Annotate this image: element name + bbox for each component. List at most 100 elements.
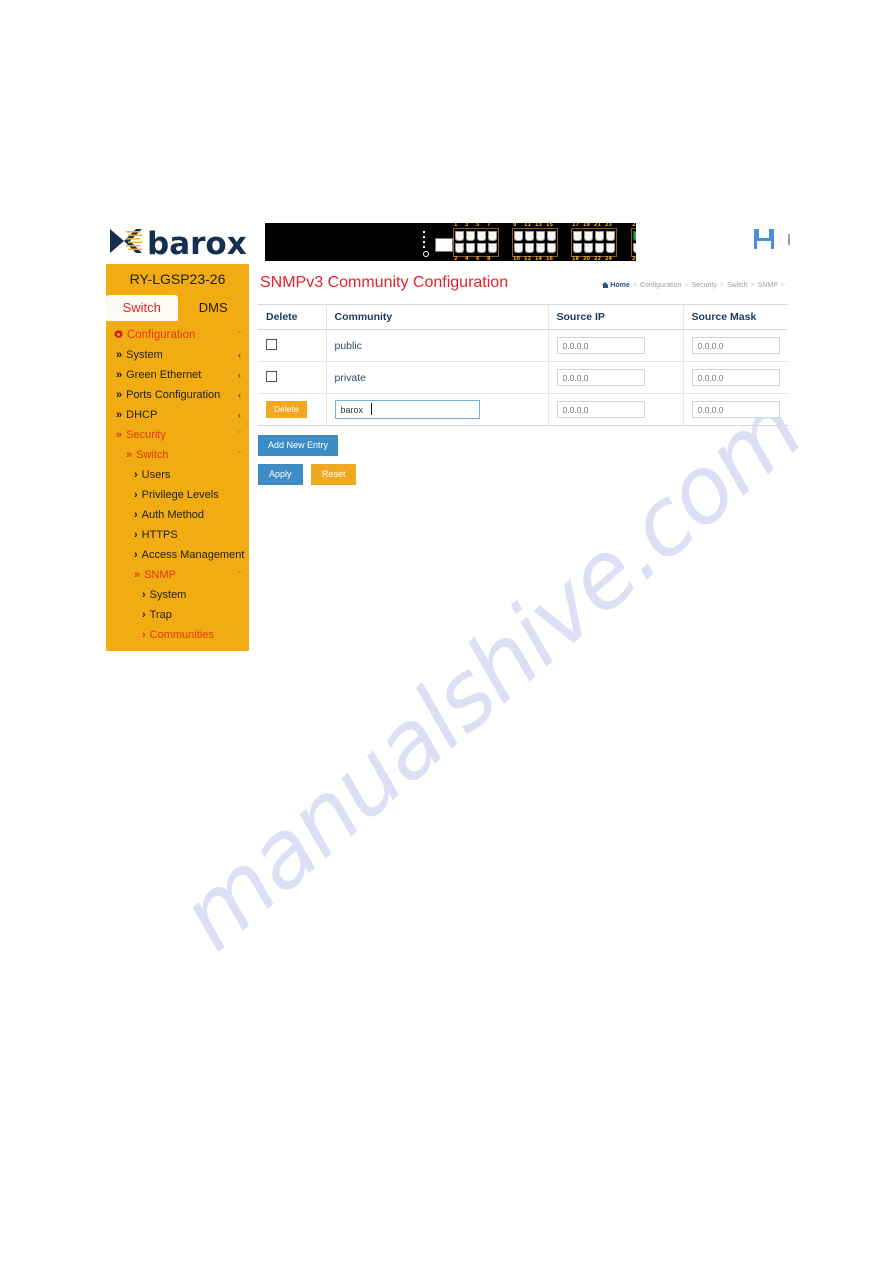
port-column[interactable]: 34: [465, 223, 476, 261]
sidebar-item-access-management[interactable]: › Access Management: [106, 545, 249, 565]
breadcrumb-item-configuration[interactable]: Configuration: [640, 282, 682, 289]
port-column[interactable]: 11 12: [524, 223, 535, 261]
port-column[interactable]: 78: [487, 223, 498, 261]
sidebar-item-ports-configuration[interactable]: » Ports Configuration ‹: [106, 385, 249, 405]
rj45-jack[interactable]: [573, 243, 582, 253]
chevron-down-icon[interactable]: ˇ: [238, 425, 241, 445]
rj45-jack[interactable]: [455, 231, 464, 241]
rj45-jack[interactable]: [536, 243, 545, 253]
source-mask-input[interactable]: [691, 401, 780, 418]
sidebar-item-dhcp[interactable]: » DHCP ‹: [106, 405, 249, 425]
rj45-jack[interactable]: [595, 231, 604, 241]
port-column[interactable]: 56: [476, 223, 487, 261]
port-column[interactable]: 23 24: [605, 223, 616, 261]
cell-community: [326, 393, 549, 426]
source-ip-input[interactable]: [556, 369, 645, 386]
delete-checkbox[interactable]: [266, 338, 277, 350]
rj45-jack[interactable]: [606, 243, 615, 253]
chevron-left-icon[interactable]: ‹: [238, 345, 241, 365]
rj45-jack[interactable]: [547, 231, 556, 241]
sidebar-item-label: Privilege Levels: [141, 489, 219, 501]
bullet-marker: ›: [134, 549, 138, 561]
breadcrumb-item-snmp[interactable]: SNMP: [758, 282, 778, 289]
rj45-jack[interactable]: [466, 231, 475, 241]
sidebar-item-label: SNMP: [144, 569, 176, 581]
sidebar-item-trap[interactable]: › Trap: [106, 605, 249, 625]
rj45-jack[interactable]: [525, 243, 534, 253]
port-column[interactable]: 13 14: [535, 223, 546, 261]
breadcrumb-home[interactable]: Home: [602, 282, 630, 289]
community-edit-wrap: [334, 400, 480, 419]
source-ip-input[interactable]: [556, 337, 645, 354]
rj45-jack[interactable]: [514, 231, 523, 241]
sidebar-item-security[interactable]: » Security ˇ: [106, 425, 249, 445]
port-column[interactable]: 12: [454, 223, 465, 261]
delete-checkbox[interactable]: [266, 370, 277, 382]
chevron-left-icon[interactable]: ‹: [238, 385, 241, 405]
cell-source-ip: [548, 361, 684, 394]
save-floppy-icon[interactable]: [754, 229, 776, 251]
rj45-jack[interactable]: [466, 243, 475, 253]
port-number-top: 1: [454, 223, 458, 228]
breadcrumb-home-label: Home: [610, 282, 630, 289]
bullet-marker: ›: [134, 529, 138, 541]
reset-button[interactable]: Reset: [310, 464, 357, 485]
port-column[interactable]: 19 20: [583, 223, 594, 261]
source-mask-input[interactable]: [691, 337, 780, 354]
rj45-jack[interactable]: [584, 231, 593, 241]
sidebar-item-privilege-levels[interactable]: › Privilege Levels: [106, 485, 249, 505]
chevron-left-icon[interactable]: ‹: [238, 365, 241, 385]
device-model-label: RY-LGSP23-26: [129, 271, 226, 287]
sidebar-item-auth-method[interactable]: › Auth Method: [106, 505, 249, 525]
sidebar-item-snmp[interactable]: » SNMP ˇ: [106, 565, 249, 585]
port-number-bottom: 16: [546, 256, 553, 262]
rj45-jack[interactable]: [488, 243, 497, 253]
rj45-jack[interactable]: [525, 231, 534, 241]
port-column[interactable]: 15 16: [546, 223, 557, 261]
sidebar-item-system[interactable]: › System: [106, 585, 249, 605]
rj45-jack[interactable]: [455, 243, 464, 253]
port-column[interactable]: 17 18: [572, 223, 583, 261]
source-ip-input[interactable]: [556, 401, 645, 418]
port-column[interactable]: 25 26: [632, 223, 636, 261]
rj45-jack[interactable]: [536, 231, 545, 241]
sidebar-item-communities[interactable]: › Communities: [106, 625, 249, 645]
rj45-jack[interactable]: [633, 243, 636, 253]
rj45-jack[interactable]: [477, 243, 486, 253]
rj45-jack[interactable]: [606, 231, 615, 241]
port-column[interactable]: 9 10: [513, 223, 524, 261]
port-number-bottom: 10: [513, 256, 520, 262]
table-row: public: [258, 329, 788, 362]
rj45-jack[interactable]: [488, 231, 497, 241]
rj45-jack[interactable]: [477, 231, 486, 241]
chevron-down-icon[interactable]: ˇ: [238, 445, 241, 465]
sidebar-item-switch[interactable]: » Switch ˇ: [106, 445, 249, 465]
port-number-top: 17: [572, 223, 579, 228]
delete-row-button[interactable]: Delete: [266, 401, 307, 418]
chevron-left-icon[interactable]: ‹: [238, 405, 241, 425]
rj45-jack[interactable]: [595, 243, 604, 253]
sidebar-item-users[interactable]: › Users: [106, 465, 249, 485]
rj45-jack[interactable]: [514, 243, 523, 253]
chevron-down-icon[interactable]: ˇ: [238, 565, 241, 585]
rj45-jack-active[interactable]: [633, 231, 636, 241]
tab-switch[interactable]: Switch: [106, 295, 178, 321]
breadcrumb-item-switch[interactable]: Switch: [727, 282, 748, 289]
sidebar-item-system[interactable]: » System ‹: [106, 345, 249, 365]
rj45-jack[interactable]: [584, 243, 593, 253]
chevron-down-icon[interactable]: ˇ: [238, 325, 241, 345]
breadcrumb-item-security[interactable]: Security: [692, 282, 717, 289]
add-new-entry-button[interactable]: Add New Entry: [258, 435, 339, 456]
sidebar-item-green-ethernet[interactable]: » Green Ethernet ‹: [106, 365, 249, 385]
port-column[interactable]: 21 22: [594, 223, 605, 261]
apply-button[interactable]: Apply: [258, 464, 303, 485]
sidebar-item-configuration[interactable]: Configuration ˇ: [106, 325, 249, 345]
community-input[interactable]: [334, 400, 480, 419]
rj45-jack[interactable]: [573, 231, 582, 241]
source-mask-input[interactable]: [691, 369, 780, 386]
sidebar-item-https[interactable]: › HTTPS: [106, 525, 249, 545]
bullet-marker: ›: [142, 589, 146, 601]
text-cursor: [370, 403, 372, 415]
rj45-jack[interactable]: [547, 243, 556, 253]
tab-dms[interactable]: DMS: [178, 295, 250, 321]
